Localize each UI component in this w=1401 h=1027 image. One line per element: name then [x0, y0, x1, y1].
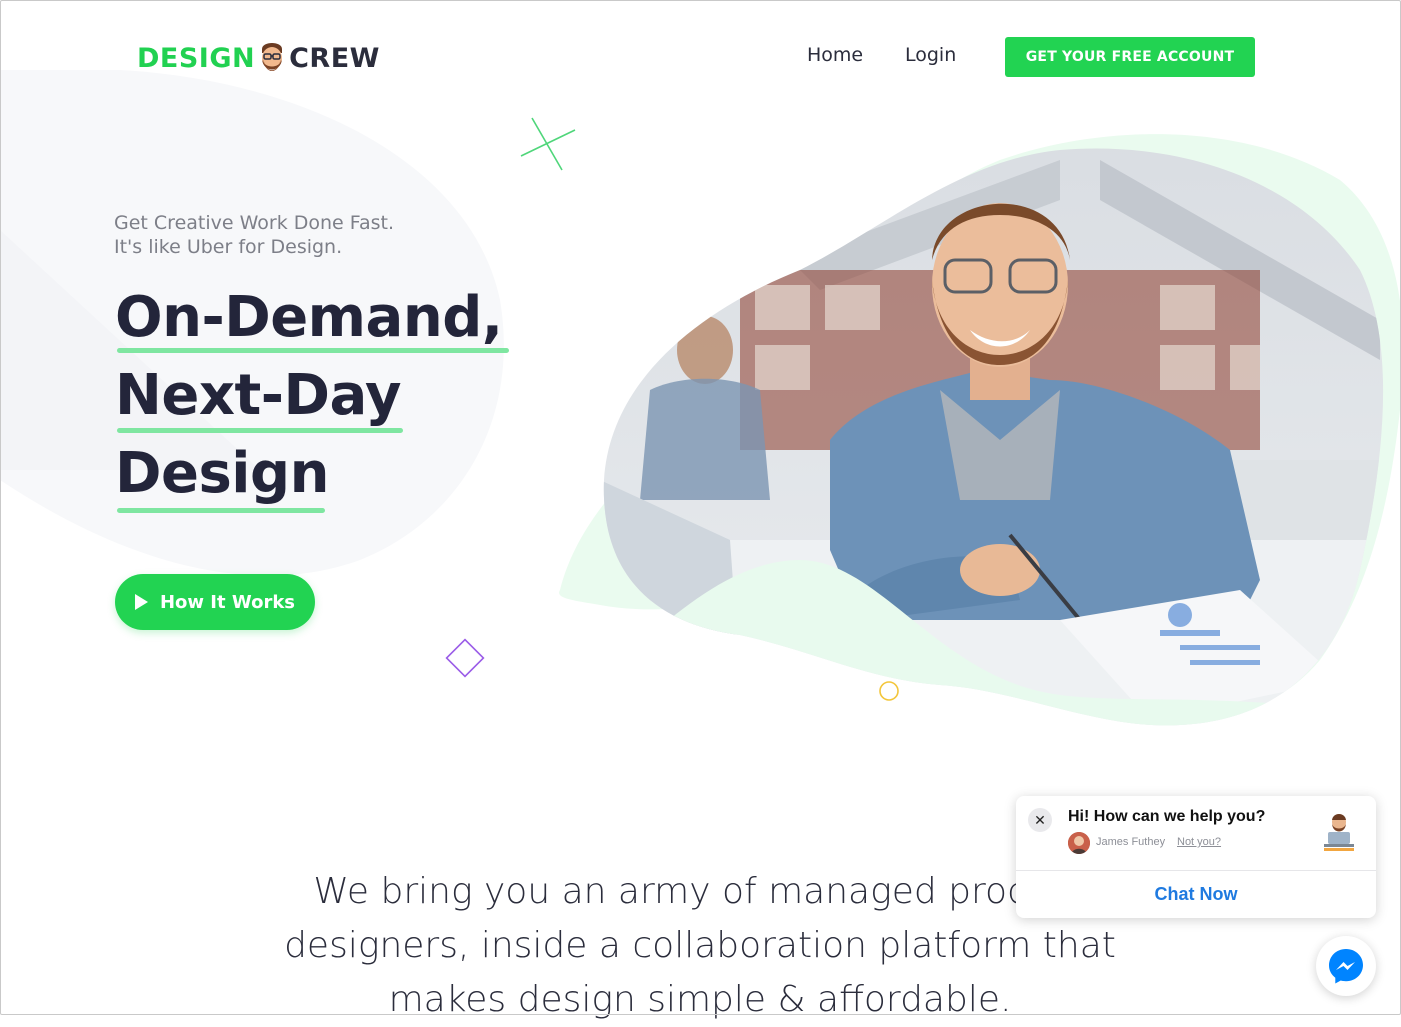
how-it-works-button[interactable]: How It Works: [115, 574, 315, 630]
brand-logo[interactable]: DESIGN CREW: [137, 38, 380, 78]
intro-paragraph: We bring you an army of managed product …: [284, 871, 1116, 1020]
diamond-decoration-icon: [445, 638, 485, 678]
agent-name: James Futhey: [1096, 836, 1166, 848]
brand-logo-part2: CREW: [289, 42, 380, 74]
mascot-icon: [262, 43, 283, 71]
brand-logo-part1: DESIGN: [137, 42, 256, 74]
hero-headline-line3: Design: [115, 441, 329, 506]
nav-home-link[interactable]: Home: [807, 44, 863, 66]
chat-widget: ✕ Hi! How can we help you? James Futhey …: [1016, 796, 1376, 918]
messenger-button[interactable]: [1316, 936, 1376, 996]
hero-headline-line2: Next-Day: [115, 363, 402, 428]
chat-now-button[interactable]: Chat Now: [1016, 871, 1376, 918]
headline-underline: [117, 428, 403, 433]
how-it-works-label: How It Works: [159, 591, 296, 613]
nav-login-link[interactable]: Login: [905, 44, 956, 66]
close-icon[interactable]: ✕: [1028, 808, 1052, 832]
hero-tagline-line2: It's like Uber for Design.: [114, 236, 343, 258]
chat-brand-icon: [1317, 809, 1361, 853]
chat-question: Hi! How can we help you?: [1068, 808, 1266, 825]
hero-headline-line1: On-Demand,: [115, 285, 503, 350]
agent-avatar: [1068, 832, 1090, 854]
play-icon: [134, 594, 148, 610]
headline-underline: [117, 508, 325, 513]
get-free-account-button[interactable]: GET YOUR FREE ACCOUNT: [1005, 37, 1255, 77]
hero-photo: [559, 134, 1401, 726]
hero-tagline-line1: Get Creative Work Done Fast.: [114, 212, 394, 234]
hero-tagline: Get Creative Work Done Fast. It's like U…: [114, 211, 394, 259]
not-you-link[interactable]: Not you?: [1177, 836, 1221, 848]
messenger-icon: [1329, 949, 1363, 984]
